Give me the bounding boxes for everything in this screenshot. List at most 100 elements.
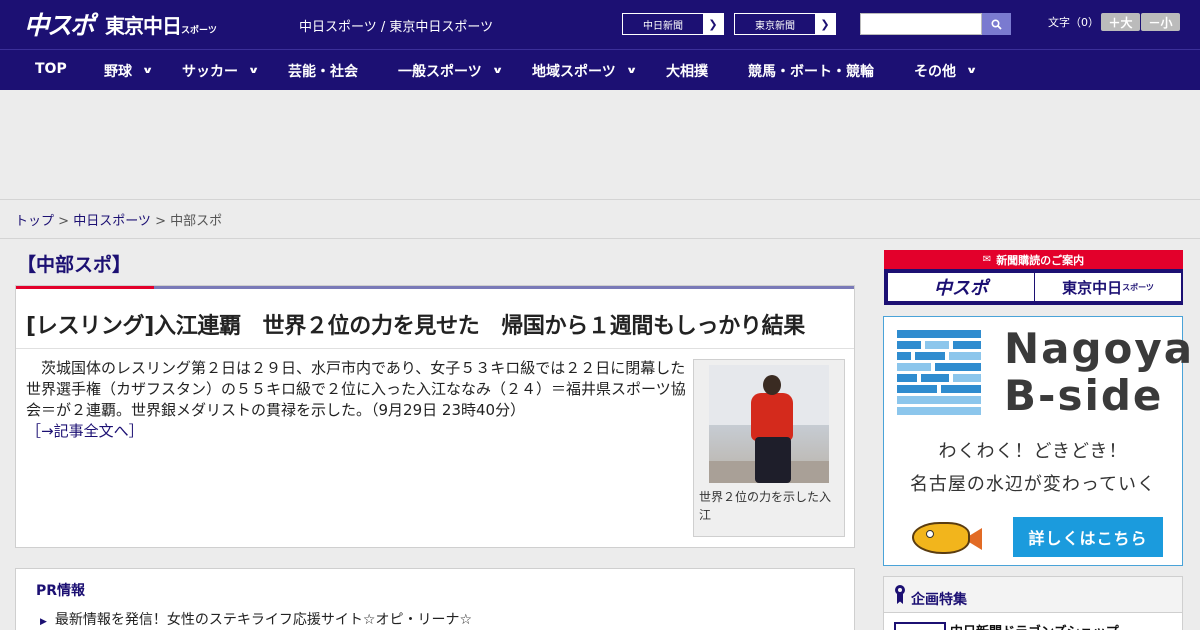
nav-label: サッカー <box>182 64 238 80</box>
ribbon-ring <box>895 585 905 595</box>
brick <box>941 385 981 393</box>
brick <box>921 374 949 382</box>
tokyo-shimbun-label: 東京新聞 <box>735 14 815 34</box>
brick <box>897 363 931 371</box>
photo-wrestler-torso <box>751 393 793 441</box>
chevron-right-icon: ❯ <box>703 14 723 34</box>
brick-logo-icon <box>897 330 983 415</box>
breadcrumb-chunichi-sports[interactable]: 中日スポーツ <box>73 214 151 229</box>
search-icon <box>991 18 1002 30</box>
nav-item-sumo[interactable]: 大相撲 <box>666 61 708 81</box>
read-more-link[interactable]: ［→記事全文へ］ <box>26 422 144 440</box>
chevron-down-icon: ∨ <box>141 66 154 76</box>
nav-item-baseball[interactable]: 野球 ∨ <box>104 61 154 81</box>
bside-title: Nagoya B-side <box>1004 325 1194 419</box>
logo-tokyo-text: 東京中日 <box>105 13 182 38</box>
pr-item[interactable]: ▶ 最新情報を発信！女性のステキライフ応援サイト☆オピ・リーナ☆ <box>40 609 472 629</box>
bside-title-2: B-side <box>1004 371 1164 420</box>
bside-tagline-1: わくわく！どきどき！ <box>938 441 1128 462</box>
mascot-eye <box>926 530 934 538</box>
feature-thumbnail[interactable] <box>894 622 946 630</box>
subscription-head-text: 新聞購読のご案内 <box>996 253 1085 267</box>
brick <box>897 396 981 404</box>
chevron-down-icon: ∨ <box>247 66 260 76</box>
font-size-up-button[interactable]: ＋大 <box>1101 13 1140 31</box>
chunichi-shimbun-button[interactable]: 中日新聞 ❯ <box>622 13 724 35</box>
pr-box: PR情報 ▶ 最新情報を発信！女性のステキライフ応援サイト☆オピ・リーナ☆ <box>15 568 855 630</box>
brick <box>949 352 981 360</box>
breadcrumb-sep: > <box>150 214 171 229</box>
brick <box>915 352 945 360</box>
article-title[interactable]: [レスリング]入江連覇 世界２位の力を見せた 帰国から１週間もしっかり結果 <box>26 308 805 340</box>
nav-item-top[interactable]: TOP <box>35 61 67 77</box>
site-logo[interactable]: 中スポ 東京中日スポーツ <box>24 8 217 40</box>
chunichi-shimbun-label: 中日新聞 <box>623 14 703 34</box>
ribbon-icon <box>894 585 906 605</box>
article-divider <box>16 348 854 349</box>
nagoya-bside-ad[interactable]: Nagoya B-side わくわく！どきどき！ 名古屋の水辺が変わっていく 詳し… <box>883 316 1192 566</box>
feature-head: 企画特集 <box>884 577 1182 613</box>
tokyo-shimbun-button[interactable]: 東京新聞 ❯ <box>734 13 836 35</box>
brick <box>925 341 949 349</box>
nav-item-regional-sports[interactable]: 地域スポーツ ∨ <box>532 61 638 81</box>
site-links: 中日スポーツ / 東京中日スポーツ <box>299 16 493 35</box>
article-body: 茨城国体のレスリング第２日は２９日、水戸市内であり、女子５３キロ級では２２日に閉… <box>26 358 686 442</box>
brick <box>897 330 981 338</box>
subscription-head: ✉ 新聞購読のご案内 <box>884 250 1183 269</box>
brick <box>897 407 981 415</box>
subscription-tokyo-small: スポーツ <box>1122 282 1154 292</box>
brick <box>953 374 981 382</box>
main-nav: TOP 野球 ∨ サッカー ∨ 芸能・社会 一般スポーツ ∨ 地域スポーツ ∨ 大相撲 … <box>0 49 1200 90</box>
brick <box>897 374 917 382</box>
nav-label: 一般スポーツ <box>398 64 482 80</box>
photo-wrestler-legs <box>755 437 791 483</box>
chevron-right-icon: ❯ <box>815 14 835 34</box>
subscription-chuspo[interactable]: 中スポ <box>888 273 1034 301</box>
chevron-down-icon: ∨ <box>965 66 978 76</box>
feature-box: 企画特集 中日新聞ドラゴンズショップ <box>883 576 1183 630</box>
photo-wrestler-head <box>763 375 781 395</box>
article-top-accent <box>16 286 154 289</box>
photo-caption: 世界２位の力を示した入江 <box>699 490 832 522</box>
nav-item-entertainment[interactable]: 芸能・社会 <box>288 61 358 81</box>
logo-tokyo-small: スポーツ <box>181 25 217 36</box>
font-size-down-button[interactable]: －小 <box>1141 13 1180 31</box>
feature-title: 企画特集 <box>911 592 967 608</box>
nav-item-soccer[interactable]: サッカー ∨ <box>182 61 260 81</box>
brick <box>897 352 911 360</box>
nav-label: TOP <box>35 61 67 77</box>
brick <box>897 385 937 393</box>
pr-title: PR情報 <box>36 583 86 599</box>
search-input[interactable] <box>860 13 982 35</box>
subscription-banner[interactable]: ✉ 新聞購読のご案内 中スポ 東京中日 スポーツ <box>884 250 1183 305</box>
search-button[interactable] <box>982 13 1011 35</box>
feature-item[interactable]: 中日新聞ドラゴンズショップ <box>950 621 1119 630</box>
nav-label: 地域スポーツ <box>532 64 616 80</box>
logo-tokyo-chunichi: 東京中日スポーツ <box>105 10 217 39</box>
breadcrumb-current: 中部スポ <box>170 214 223 229</box>
breadcrumb-top[interactable]: トップ <box>15 214 54 229</box>
brick <box>935 363 981 371</box>
photo-wrestler <box>745 375 801 483</box>
site-link-chunichi-sports[interactable]: 中日スポーツ <box>299 20 377 35</box>
subscription-tokyo-chunichi[interactable]: 東京中日 スポーツ <box>1035 273 1181 301</box>
logo-chuspo: 中スポ <box>24 11 95 40</box>
nav-item-racing[interactable]: 競馬・ボート・競輪 <box>748 61 874 81</box>
subscription-tokyo-text: 東京中日 <box>1062 278 1123 297</box>
article-summary: 茨城国体のレスリング第２日は２９日、水戸市内であり、女子５３キロ級では２２日に閉… <box>26 359 686 419</box>
site-link-tokyo-chunichi-sports[interactable]: 東京中日スポーツ <box>389 20 493 35</box>
brick <box>897 341 921 349</box>
nav-label: 芸能・社会 <box>288 64 358 80</box>
chevron-down-icon: ∨ <box>625 66 638 76</box>
pr-item-text: 最新情報を発信！女性のステキライフ応援サイト☆オピ・リーナ☆ <box>54 612 473 628</box>
nav-label: その他 <box>914 64 956 80</box>
nav-item-general-sports[interactable]: 一般スポーツ ∨ <box>398 61 503 81</box>
ad-space <box>0 90 1200 200</box>
bside-details-button[interactable]: 詳しくはこちら <box>1013 517 1163 557</box>
triangle-bullet-icon: ▶ <box>40 617 47 627</box>
section-title: 【中部スポ】 <box>17 254 132 276</box>
nav-item-other[interactable]: その他 ∨ <box>914 61 978 81</box>
breadcrumb: トップ > 中日スポーツ > 中部スポ <box>0 200 1200 239</box>
ribbon-tab <box>897 594 903 604</box>
article-photo[interactable] <box>709 365 829 483</box>
